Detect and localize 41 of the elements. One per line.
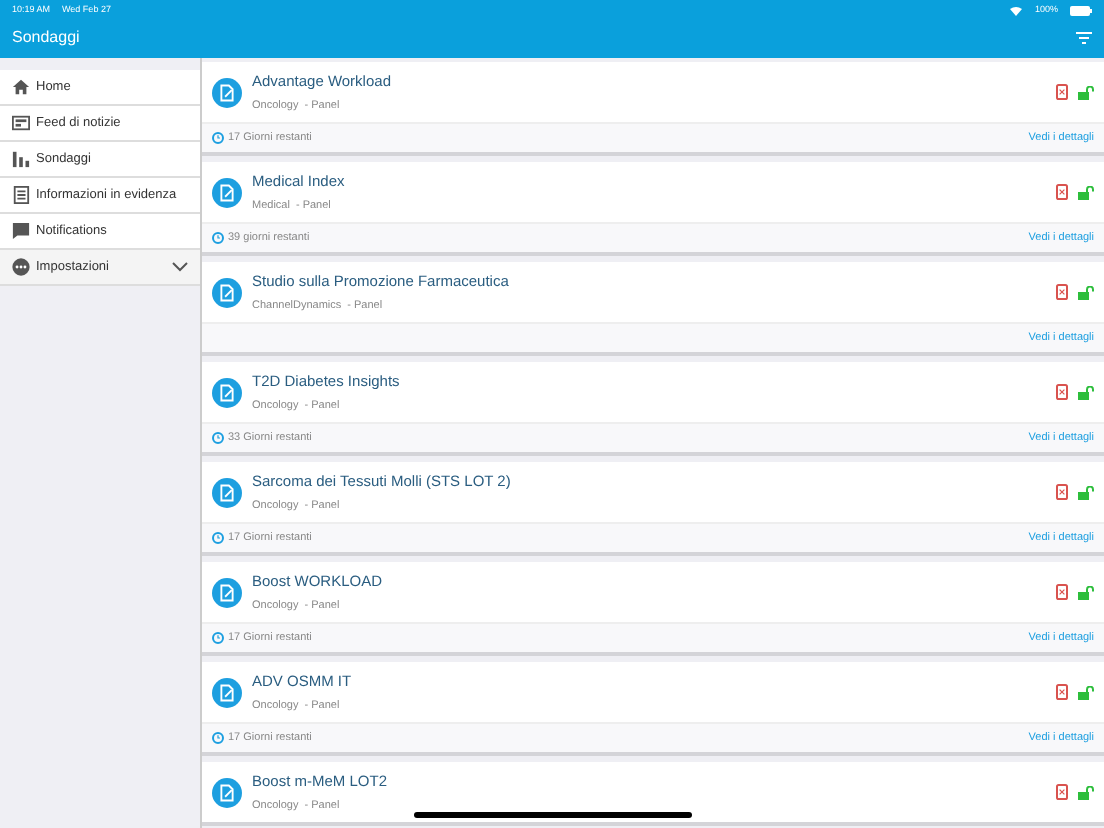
phone-x-icon — [1056, 484, 1068, 500]
unlock-icon — [1078, 85, 1094, 99]
phone-x-icon — [1056, 284, 1068, 300]
survey-icon — [212, 77, 242, 107]
unlock-icon — [1078, 485, 1094, 499]
unlock-icon — [1078, 185, 1094, 199]
survey-icon — [212, 777, 242, 807]
phone-x-icon — [1056, 384, 1068, 400]
bar-chart-icon — [12, 150, 30, 168]
battery-icon — [1070, 5, 1092, 15]
unlock-icon — [1078, 385, 1094, 399]
survey-icon — [212, 577, 242, 607]
home-icon — [12, 78, 30, 96]
unlock-icon — [1078, 685, 1094, 699]
survey-icon — [212, 477, 242, 507]
unlock-icon — [1078, 785, 1094, 799]
phone-x-icon — [1056, 684, 1068, 700]
clock-icon — [212, 132, 224, 144]
unlock-icon — [1078, 285, 1094, 299]
document-icon — [12, 186, 30, 204]
phone-x-icon — [1056, 84, 1068, 100]
survey-icon — [212, 377, 242, 407]
wifi-icon — [1010, 5, 1023, 15]
newspaper-icon — [12, 114, 30, 132]
survey-icon — [212, 277, 242, 307]
more-icon — [12, 258, 30, 276]
clock-icon — [212, 632, 224, 644]
phone-x-icon — [1056, 784, 1068, 800]
header-title: Sondaggi — [12, 25, 80, 49]
survey-icon — [212, 177, 242, 207]
survey-icon — [212, 677, 242, 707]
clock-icon — [212, 532, 224, 544]
phone-x-icon — [1056, 184, 1068, 200]
filter-icon[interactable] — [1076, 31, 1092, 43]
message-icon — [12, 222, 30, 240]
clock-icon — [212, 232, 224, 244]
unlock-icon — [1078, 585, 1094, 599]
phone-x-icon — [1056, 584, 1068, 600]
clock-icon — [212, 732, 224, 744]
chevron-down-icon[interactable] — [172, 262, 188, 272]
clock-icon — [212, 432, 224, 444]
